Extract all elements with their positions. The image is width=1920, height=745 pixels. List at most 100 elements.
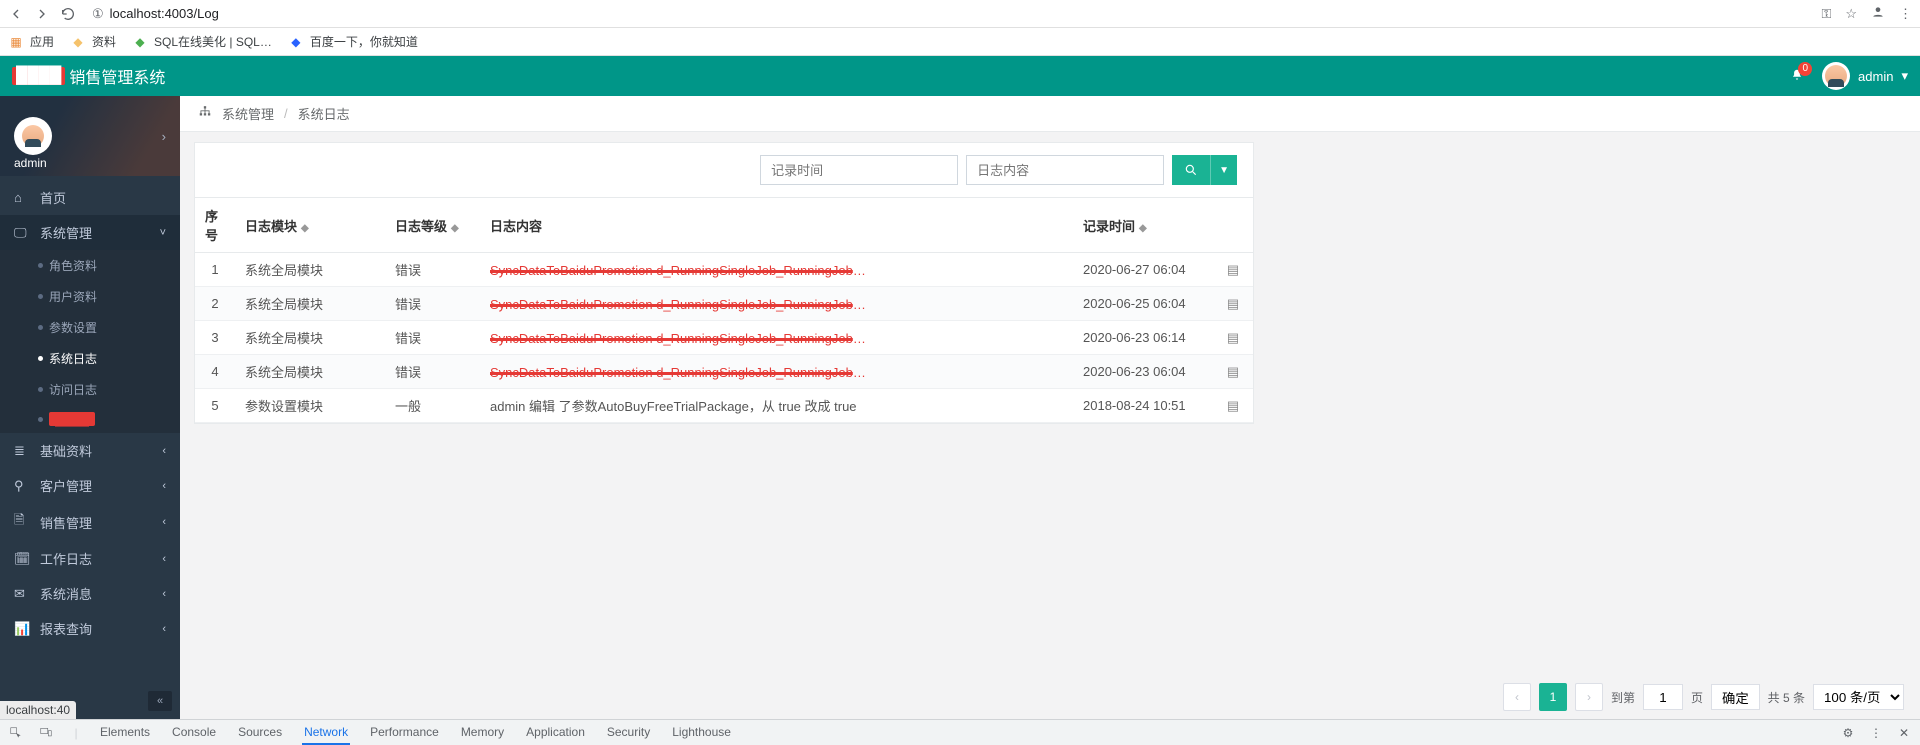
sort-icon: ◆	[301, 223, 309, 234]
sidebar-subitem-label: 角色资料	[49, 257, 97, 274]
th-index[interactable]: 序号	[195, 198, 235, 253]
sidebar-item-label: 客户管理	[40, 476, 92, 495]
bookmark-label: 资料	[92, 33, 116, 50]
brand[interactable]: ████ 销售管理系统	[12, 64, 165, 88]
sidebar-subitem[interactable]: 用户资料	[0, 281, 180, 312]
sidebar-item-label: 首页	[40, 188, 66, 207]
sidebar-subitem[interactable]: ████	[0, 405, 180, 433]
cell-index: 5	[195, 389, 235, 423]
cell-time: 2020-06-27 06:04	[1073, 253, 1213, 287]
sidebar-subitem[interactable]: 访问日志	[0, 374, 180, 405]
notification-bell[interactable]: 0	[1790, 68, 1804, 85]
device-toggle-icon[interactable]	[38, 725, 54, 741]
profile-icon[interactable]	[1871, 5, 1885, 22]
brand-rest: 销售管理系统	[69, 64, 165, 88]
sidebar-item-首页[interactable]: ⌂首页	[0, 180, 180, 215]
filter-toolbar: ▼	[195, 143, 1253, 197]
cell-level: 错误	[385, 287, 480, 321]
cell-detail[interactable]: ▤	[1213, 355, 1253, 389]
chevron-left-icon: ‹	[162, 588, 166, 600]
devtools-tab-console[interactable]: Console	[170, 721, 218, 745]
chat-icon: ✉	[14, 586, 32, 602]
breadcrumb-seg1[interactable]: 系统管理	[222, 104, 274, 123]
devtools-tab-network[interactable]: Network	[302, 721, 350, 745]
devtools-tab-lighthouse[interactable]: Lighthouse	[670, 721, 733, 745]
notif-count: 0	[1798, 62, 1812, 76]
sidebar-item-系统管理[interactable]: 🖵系统管理˅	[0, 215, 180, 250]
bookmark-item[interactable]: ◆资料	[70, 33, 116, 50]
forward-icon[interactable]	[34, 6, 50, 22]
key-icon[interactable]: ⚿	[1821, 6, 1831, 22]
filter-time-input[interactable]	[760, 155, 958, 185]
file-icon: 🗎	[14, 511, 32, 533]
sidebar-subitem[interactable]: 角色资料	[0, 250, 180, 281]
devtools-tab-sources[interactable]: Sources	[236, 721, 284, 745]
devtools-tab-memory[interactable]: Memory	[459, 721, 506, 745]
bookmark-item[interactable]: ◆百度一下，你就知道	[288, 33, 418, 50]
devtools-settings-icon[interactable]: ⚙	[1840, 725, 1856, 741]
chevron-left-icon: ‹	[162, 445, 166, 457]
url-bar[interactable]: ① localhost:4003/Log	[92, 6, 219, 22]
page-prev-button[interactable]: ‹	[1503, 683, 1531, 711]
star-icon[interactable]: ☆	[1845, 6, 1857, 22]
th-level[interactable]: 日志等级◆	[385, 198, 480, 253]
user-menu[interactable]: admin ▾	[1822, 62, 1908, 90]
th-time[interactable]: 记录时间◆	[1073, 198, 1213, 253]
kebab-menu-icon[interactable]: ⋮	[1899, 6, 1912, 22]
sidebar-item-客户管理[interactable]: ⚲客户管理‹	[0, 468, 180, 503]
sidebar-item-销售管理[interactable]: 🗎销售管理‹	[0, 503, 180, 541]
cell-detail[interactable]: ▤	[1213, 389, 1253, 423]
search-button[interactable]	[1172, 155, 1210, 185]
sidebar-profile[interactable]: admin ›	[0, 96, 180, 176]
devtools-close-icon[interactable]: ✕	[1896, 725, 1912, 741]
apps-grid-icon: ▦	[8, 34, 24, 50]
apps-launcher[interactable]: ▦ 应用	[8, 33, 54, 50]
cell-module: 系统全局模块	[235, 355, 385, 389]
back-icon[interactable]	[8, 6, 24, 22]
bookmarks-bar: ▦ 应用 ◆资料 ◆SQL在线美化 | SQL… ◆百度一下，你就知道	[0, 28, 1920, 56]
page-number-button[interactable]: 1	[1539, 683, 1567, 711]
cell-level: 错误	[385, 355, 480, 389]
page-next-button[interactable]: ›	[1575, 683, 1603, 711]
search-dropdown-button[interactable]: ▼	[1210, 155, 1237, 185]
cell-time: 2020-06-23 06:04	[1073, 355, 1213, 389]
breadcrumb-seg2: 系统日志	[298, 104, 350, 123]
devtools-tab-application[interactable]: Application	[524, 721, 587, 745]
table-row: 2系统全局模块错误SyncDataToBaiduPromotion d_Runn…	[195, 287, 1253, 321]
detail-icon: ▤	[1227, 296, 1239, 311]
sidebar-item-基础资料[interactable]: ≣基础资料‹	[0, 433, 180, 468]
cell-detail[interactable]: ▤	[1213, 287, 1253, 321]
devtools-tab-elements[interactable]: Elements	[98, 721, 152, 745]
sidebar-subitem[interactable]: 参数设置	[0, 312, 180, 343]
cell-content: SyncDataToBaiduPromotion d_RunningSingle…	[480, 253, 1073, 287]
sidebar-item-工作日志[interactable]: 🗓工作日志‹	[0, 541, 180, 576]
cell-module: 系统全局模块	[235, 253, 385, 287]
filter-content-input[interactable]	[966, 155, 1164, 185]
th-content[interactable]: 日志内容	[480, 198, 1073, 253]
devtools-tab-security[interactable]: Security	[605, 721, 652, 745]
cell-detail[interactable]: ▤	[1213, 253, 1253, 287]
inspect-icon[interactable]	[8, 725, 24, 741]
cell-index: 3	[195, 321, 235, 355]
reload-icon[interactable]	[60, 6, 76, 22]
bookmark-item[interactable]: ◆SQL在线美化 | SQL…	[132, 33, 272, 50]
cell-detail[interactable]: ▤	[1213, 321, 1253, 355]
sidebar-item-label: 系统管理	[40, 223, 92, 242]
devtools-tab-performance[interactable]: Performance	[368, 721, 441, 745]
cell-index: 4	[195, 355, 235, 389]
site-info-icon[interactable]: ①	[92, 6, 104, 22]
sidebar-item-系统消息[interactable]: ✉系统消息‹	[0, 576, 180, 611]
page-size-select[interactable]: 100 条/页	[1813, 684, 1904, 710]
chart-icon: 📊	[14, 621, 32, 637]
page-goto-confirm[interactable]: 确定	[1711, 684, 1760, 710]
desktop-icon: 🖵	[14, 225, 32, 241]
devtools-kebab-icon[interactable]: ⋮	[1868, 725, 1884, 741]
sidebar-subitem-label: 访问日志	[49, 381, 97, 398]
page-goto-input[interactable]	[1643, 684, 1683, 710]
sidebar-subitem[interactable]: 系统日志	[0, 343, 180, 374]
sidebar-collapse-button[interactable]: «	[148, 691, 172, 711]
chevron-left-icon: ‹	[162, 516, 166, 528]
sidebar-item-报表查询[interactable]: 📊报表查询‹	[0, 611, 180, 646]
th-module[interactable]: 日志模块◆	[235, 198, 385, 253]
cell-time: 2020-06-23 06:14	[1073, 321, 1213, 355]
